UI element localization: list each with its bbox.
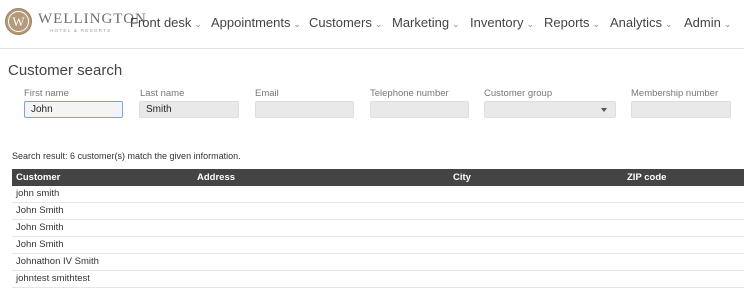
chevron-down-icon: ⌄ — [592, 19, 601, 29]
chevron-down-icon: ⌄ — [526, 19, 535, 29]
customer-cell: John Smith — [16, 205, 64, 216]
nav-label: Analytics — [610, 15, 663, 30]
nav-item-analytics[interactable]: Analytics ⌄ — [610, 15, 673, 32]
last-name-field[interactable] — [139, 101, 239, 118]
nav-item-admin[interactable]: Admin ⌄ — [684, 15, 731, 32]
nav-label: Appointments — [211, 15, 291, 30]
membership-number-field[interactable] — [631, 101, 731, 118]
chevron-down-icon: ⌄ — [665, 19, 673, 29]
brand-subtitle: HOTEL & RESORTS — [50, 28, 112, 33]
column-header-customer[interactable]: Customer — [16, 172, 60, 183]
nav-item-marketing[interactable]: Marketing ⌄ — [392, 15, 460, 32]
customer-cell: John Smith — [16, 239, 64, 250]
dropdown-caret-icon — [601, 108, 607, 112]
nav-item-customers[interactable]: Customers ⌄ — [309, 15, 382, 32]
nav-item-reports[interactable]: Reports ⌄ — [544, 15, 600, 32]
column-header-zip-code[interactable]: ZIP code — [627, 172, 666, 183]
column-header-city[interactable]: City — [453, 172, 471, 183]
email-label: Email — [255, 88, 279, 99]
nav-label: Admin — [684, 15, 721, 30]
chevron-down-icon: ⌄ — [293, 19, 302, 29]
brand-logo-icon[interactable]: W — [5, 8, 32, 35]
nav-item-inventory[interactable]: Inventory ⌄ — [470, 15, 534, 32]
column-header-address[interactable]: Address — [197, 172, 235, 183]
customer-cell: John Smith — [16, 222, 64, 233]
telephone-field[interactable] — [370, 101, 469, 118]
table-row[interactable]: John Smith — [12, 237, 744, 254]
nav-label: Front desk — [130, 15, 192, 30]
nav-item-appointments[interactable]: Appointments ⌄ — [211, 15, 301, 32]
customer-cell: john smith — [16, 188, 60, 199]
nav-label: Reports — [544, 15, 590, 30]
chevron-down-icon: ⌄ — [452, 19, 460, 29]
search-result-summary: Search result: 6 customer(s) match the g… — [12, 151, 241, 161]
nav-label: Marketing — [392, 15, 450, 30]
table-row[interactable]: Johnathon IV Smith — [12, 254, 744, 271]
table-row[interactable]: John Smith — [12, 203, 744, 220]
table-row[interactable]: john smith — [12, 186, 744, 203]
membership-number-label: Membership number — [631, 88, 719, 99]
nav-item-front-desk[interactable]: Front desk ⌄ — [130, 15, 202, 32]
first-name-label: First name — [24, 88, 69, 99]
table-header: Customer Address City ZIP code — [12, 169, 744, 186]
table-row[interactable]: johntest smithtest — [12, 271, 744, 288]
logo-letter: W — [8, 11, 29, 32]
chevron-down-icon: ⌄ — [374, 19, 383, 29]
customer-cell: Johnathon IV Smith — [16, 256, 99, 267]
results-table: Customer Address City ZIP code john smit… — [12, 169, 744, 288]
customer-group-select[interactable] — [484, 101, 616, 118]
last-name-label: Last name — [140, 88, 185, 99]
first-name-field[interactable] — [24, 101, 123, 118]
table-row[interactable]: John Smith — [12, 220, 744, 237]
chevron-down-icon: ⌄ — [723, 19, 732, 29]
top-nav: W WELLINGTON HOTEL & RESORTS Front desk ⌄… — [0, 0, 744, 49]
email-field[interactable] — [255, 101, 354, 118]
customer-group-label: Customer group — [484, 88, 553, 99]
telephone-label: Telephone number — [370, 88, 449, 99]
nav-label: Inventory — [470, 15, 524, 30]
nav-label: Customers — [309, 15, 372, 30]
page-title: Customer search — [8, 62, 123, 79]
customer-cell: johntest smithtest — [16, 273, 90, 284]
chevron-down-icon: ⌄ — [194, 19, 202, 29]
